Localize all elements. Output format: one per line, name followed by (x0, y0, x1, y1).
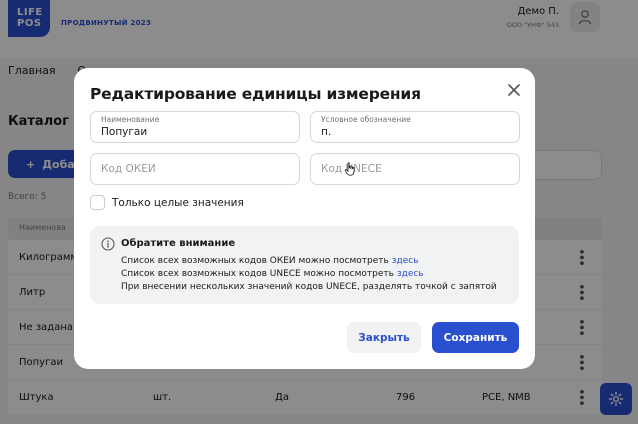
short-name-field[interactable]: Условное обозначение п. (310, 111, 520, 143)
name-field-value: Попугаи (101, 126, 148, 138)
unece-code-field[interactable]: Код UNECE (310, 153, 520, 185)
cancel-button[interactable]: Закрыть (347, 322, 421, 353)
name-field-label: Наименование (101, 115, 160, 124)
okei-codes-link[interactable]: здесь (392, 256, 419, 266)
note-line-okei: Список всех возможных кодов ОКЕИ можно п… (121, 256, 419, 266)
name-field[interactable]: Наименование Попугаи (90, 111, 300, 143)
short-name-field-value: п. (321, 126, 332, 138)
info-note: Обратите внимание Список всех возможных … (90, 226, 519, 304)
note-title: Обратите внимание (121, 238, 236, 249)
checkbox-box[interactable] (90, 195, 105, 210)
note-line-unece-text: Список всех возможных кодов UNECE можно … (121, 269, 394, 279)
note-line-unece: Список всех возможных кодов UNECE можно … (121, 269, 424, 279)
dialog-title: Редактирование единицы измерения (90, 85, 421, 103)
unece-codes-link[interactable]: здесь (397, 269, 424, 279)
edit-unit-dialog: Редактирование единицы измерения Наимено… (74, 68, 535, 369)
save-button[interactable]: Сохранить (432, 322, 519, 353)
info-icon (101, 237, 115, 251)
short-name-field-label: Условное обозначение (321, 115, 411, 124)
note-line-okei-text: Список всех возможных кодов ОКЕИ можно п… (121, 256, 389, 266)
okei-code-field[interactable]: Код ОКЕИ (90, 153, 300, 185)
hand-cursor-icon (344, 162, 355, 176)
note-line-separator: При внесении нескольких значений кодов U… (121, 282, 497, 292)
close-icon (508, 84, 520, 96)
whole-values-label: Только целые значения (112, 196, 244, 209)
okei-code-placeholder: Код ОКЕИ (101, 163, 156, 175)
whole-values-checkbox[interactable]: Только целые значения (90, 195, 244, 210)
close-button[interactable] (506, 82, 522, 98)
